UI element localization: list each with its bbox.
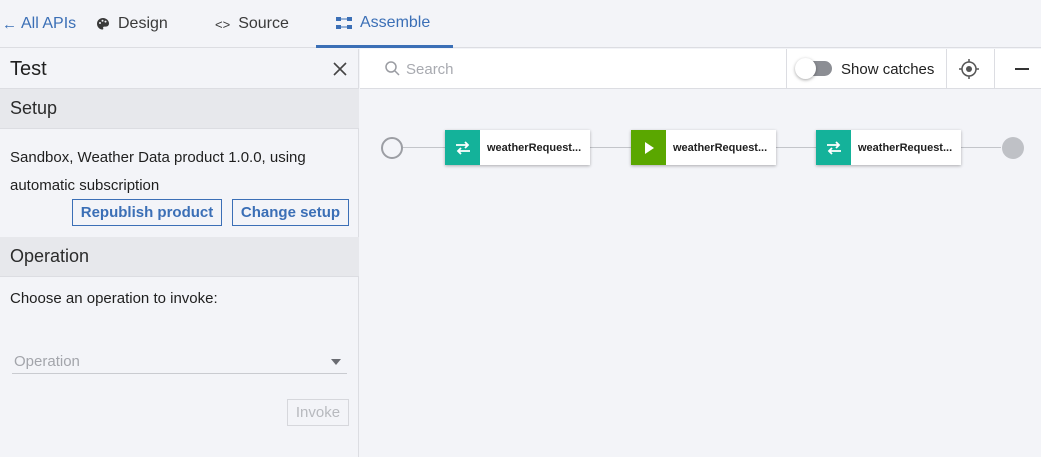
toolbar-divider [994, 49, 995, 89]
palette-icon [96, 17, 110, 31]
policy-label: weatherRequest... [851, 130, 961, 165]
caret-down-icon [331, 359, 341, 365]
setup-section-header: Setup [0, 89, 359, 129]
search-input[interactable] [406, 59, 776, 79]
all-apis-link[interactable]: ← All APIs [2, 0, 76, 48]
top-nav: ← All APIs Design <> Source Assemble [0, 0, 1041, 48]
assemble-toolbar: Show catches [360, 49, 1041, 89]
tab-design-label: Design [118, 15, 168, 32]
test-panel-header: Test [0, 49, 359, 89]
toggle-knob [795, 58, 816, 79]
invoke-button[interactable]: Invoke [287, 399, 349, 426]
operation-select-placeholder: Operation [14, 353, 80, 370]
setup-heading: Setup [10, 98, 58, 118]
tab-source[interactable]: <> Source [215, 0, 289, 48]
tab-design[interactable]: Design [96, 0, 168, 48]
show-catches-label: Show catches [841, 61, 935, 78]
test-panel: Test Setup Sandbox, Weather Data product… [0, 49, 359, 457]
show-catches-toggle[interactable] [795, 58, 832, 79]
policy-label: weatherRequest... [480, 130, 590, 165]
policy-invoke[interactable]: weatherRequest... [631, 130, 776, 165]
close-icon[interactable] [331, 60, 349, 78]
policy-label: weatherRequest... [666, 130, 776, 165]
operation-prompt: Choose an operation to invoke: [10, 290, 218, 307]
toolbar-divider [946, 49, 947, 89]
swap-arrows-icon [445, 130, 480, 165]
search-icon [384, 60, 402, 78]
arrow-left-icon: ← [2, 15, 17, 33]
change-setup-button[interactable]: Change setup [232, 199, 349, 226]
tab-assemble[interactable]: Assemble [316, 0, 453, 48]
play-icon [631, 130, 666, 165]
minimize-icon[interactable] [1015, 68, 1029, 70]
flow-end-node [1002, 137, 1024, 159]
toolbar-divider [786, 49, 787, 89]
operation-select[interactable]: Operation [12, 349, 347, 374]
code-icon: <> [215, 16, 231, 32]
flow-start-node [381, 137, 403, 159]
assemble-icon [336, 16, 352, 29]
swap-arrows-icon [816, 130, 851, 165]
all-apis-label: All APIs [21, 15, 77, 32]
policy-map-2[interactable]: weatherRequest... [816, 130, 961, 165]
republish-product-button[interactable]: Republish product [72, 199, 222, 226]
assembly-canvas[interactable]: weatherRequest... weatherRequest... weat… [360, 90, 1041, 457]
tab-assemble-label: Assemble [360, 13, 431, 31]
setup-description: Sandbox, Weather Data product 1.0.0, usi… [10, 149, 306, 194]
operation-heading: Operation [10, 246, 90, 266]
locate-icon[interactable] [958, 58, 980, 80]
policy-map-1[interactable]: weatherRequest... [445, 130, 590, 165]
tab-source-label: Source [238, 15, 289, 32]
test-panel-title: Test [10, 58, 47, 80]
operation-section-header: Operation [0, 237, 359, 277]
